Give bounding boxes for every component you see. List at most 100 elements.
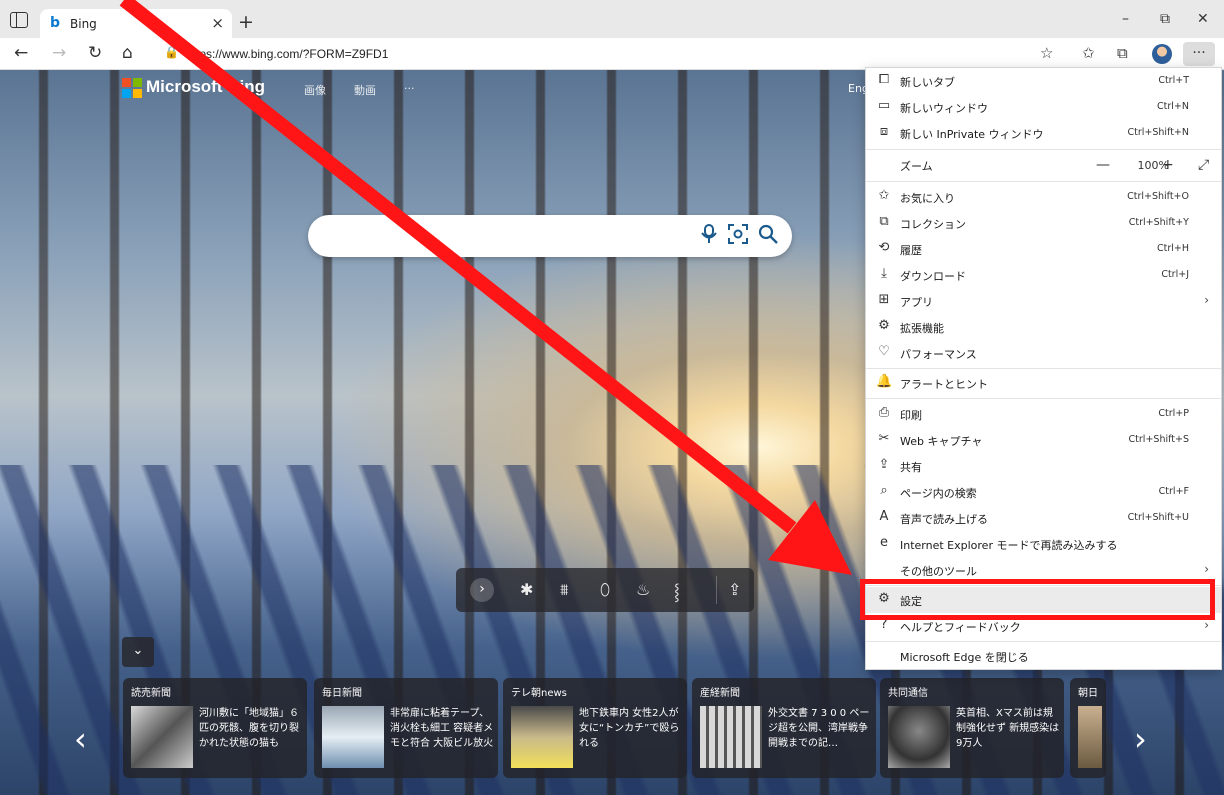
- visual-search-icon[interactable]: [728, 224, 748, 249]
- snowflake-icon[interactable]: ✱: [520, 580, 533, 599]
- menu-item-history[interactable]: ⟲ 履歴 Ctrl+H: [866, 236, 1221, 262]
- menu-item-print[interactable]: ⎙ 印刷 Ctrl+P: [866, 401, 1221, 427]
- new-window-icon: ▭: [877, 98, 891, 113]
- menu-item-alerts-and-tips[interactable]: 🔔 アラートとヒント: [866, 370, 1221, 396]
- collections-icon[interactable]: ⧉: [1117, 44, 1128, 62]
- news-headline: 河川敷に「地域猫」６匹の死骸、腹を切り裂かれた状態の猫も: [199, 708, 299, 749]
- menu-item-label: 履歴: [900, 244, 922, 257]
- news-headline: 地下鉄車内 女性2人が女に“トンカチ”で殴られる: [579, 708, 680, 749]
- menu-item-label: 拡張機能: [900, 322, 944, 335]
- menu-item-label: 音声で読み上げる: [900, 513, 988, 526]
- collapse-news-button[interactable]: ⌄: [122, 637, 154, 667]
- share-icon[interactable]: ⇪: [728, 580, 741, 599]
- news-card[interactable]: 読売新聞 河川敷に「地域猫」６匹の死骸、腹を切り裂かれた状態の猫も: [123, 678, 307, 778]
- profile-avatar[interactable]: [1152, 44, 1172, 64]
- news-prev-arrow-icon[interactable]: ‹: [74, 720, 87, 758]
- add-favorite-icon[interactable]: ☆: [1040, 44, 1053, 62]
- news-source: 読売新聞: [131, 688, 171, 699]
- tab-actions-icon[interactable]: [10, 12, 28, 28]
- menu-item-performance[interactable]: ♡ パフォーマンス: [866, 340, 1221, 366]
- zoom-in-button[interactable]: +: [1162, 157, 1174, 173]
- refresh-button[interactable]: ↻: [88, 43, 102, 63]
- new-tab-icon: ⧠: [878, 72, 890, 87]
- close-window-button[interactable]: ✕: [1197, 11, 1209, 27]
- fullscreen-icon[interactable]: ⤢: [1198, 157, 1209, 173]
- chevron-right-icon: ›: [1204, 293, 1209, 307]
- image-info-strip: › ✱ ⩩ ⬯ ♨ ⸾ ⇪: [456, 568, 754, 612]
- menu-separator: [866, 149, 1221, 150]
- settings-highlight-box: [860, 579, 1215, 620]
- news-next-arrow-icon[interactable]: ›: [1134, 720, 1147, 758]
- menu-item-apps[interactable]: ⊞ アプリ ›: [866, 288, 1221, 314]
- nav-more[interactable]: ···: [404, 82, 415, 95]
- menu-item-favorites[interactable]: ✩ お気に入り Ctrl+Shift+O: [866, 184, 1221, 210]
- news-card[interactable]: テレ朝news 地下鉄車内 女性2人が女に“トンカチ”で殴られる: [503, 678, 687, 778]
- back-button[interactable]: ←: [14, 43, 28, 63]
- new-tab-button[interactable]: +: [238, 11, 254, 33]
- ie-mode-icon: e: [880, 535, 888, 550]
- nav-videos[interactable]: 動画: [354, 82, 376, 98]
- menu-item-label: お気に入り: [900, 192, 955, 205]
- tab-title: Bing: [70, 17, 97, 31]
- menu-item-web-capture[interactable]: ✂ Web キャプチャ Ctrl+Shift+S: [866, 427, 1221, 453]
- news-card[interactable]: 毎日新聞 非常扉に粘着テープ、消火栓も細工 容疑者メモと符合 大阪ビル放火: [314, 678, 498, 778]
- menu-item-label: アラートとヒント: [900, 378, 988, 391]
- menu-item-downloads[interactable]: ⤓ ダウンロード Ctrl+J: [866, 262, 1221, 288]
- next-image-button[interactable]: ›: [470, 578, 494, 602]
- menu-item-find-on-page[interactable]: ⌕ ページ内の検索 Ctrl+F: [866, 479, 1221, 505]
- forward-button[interactable]: →: [52, 43, 66, 63]
- menu-item-read-aloud[interactable]: A 音声で読み上げる Ctrl+Shift+U: [866, 505, 1221, 531]
- menu-item-label: 共有: [900, 461, 922, 474]
- minimize-button[interactable]: –: [1122, 11, 1129, 27]
- home-button[interactable]: ⌂: [122, 43, 133, 63]
- address-bar: ← → ↻ ⌂ 🔒 https://www.bing.com/?FORM=Z9F…: [0, 38, 1224, 70]
- microphone-icon[interactable]: [700, 224, 718, 249]
- bing-brand[interactable]: Microsoft Bing: [146, 77, 265, 97]
- pattern-icon[interactable]: ⸾: [674, 580, 680, 602]
- news-card[interactable]: 朝日: [1070, 678, 1106, 778]
- restore-button[interactable]: ⧉: [1160, 11, 1170, 27]
- news-headline: 英首相、Xマス前は規制強化せず 新規感染は9万人: [956, 708, 1060, 749]
- menu-separator: [866, 181, 1221, 182]
- menu-item-share[interactable]: ⇪ 共有: [866, 453, 1221, 479]
- performance-icon: ♡: [878, 344, 890, 359]
- microsoft-logo-icon[interactable]: [122, 78, 142, 98]
- news-headline: 外交文書 7 3 0 0 ページ超を公開、湾岸戦争開戦までの記…: [768, 708, 870, 749]
- find-icon: ⌕: [880, 483, 888, 498]
- news-card[interactable]: 産経新聞 外交文書 7 3 0 0 ページ超を公開、湾岸戦争開戦までの記…: [692, 678, 876, 778]
- menu-item-shortcut: Ctrl+Shift+N: [1127, 127, 1189, 138]
- menu-item-ie-mode[interactable]: e Internet Explorer モードで再読み込みする: [866, 531, 1221, 557]
- pin-icon[interactable]: ⬯: [600, 580, 610, 600]
- menu-item-label: Web キャプチャ: [900, 435, 983, 448]
- menu-item-label: Microsoft Edge を閉じる: [900, 651, 1029, 664]
- landmark-icon[interactable]: ⩩: [560, 580, 569, 600]
- menu-item-new-tab[interactable]: ⧠ 新しいタブ Ctrl+T: [866, 68, 1221, 94]
- flask-icon[interactable]: ♨: [636, 580, 650, 599]
- url-field[interactable]: 🔒 https://www.bing.com/?FORM=Z9FD1: [154, 41, 1064, 67]
- settings-and-more-button[interactable]: ···: [1183, 42, 1215, 66]
- nav-images[interactable]: 画像: [304, 82, 326, 98]
- collections-icon: ⧉: [879, 214, 889, 229]
- menu-item-shortcut: Ctrl+H: [1156, 243, 1189, 254]
- favorites-icon[interactable]: ✩: [1082, 44, 1095, 62]
- search-icon[interactable]: [758, 224, 778, 249]
- menu-item-shortcut: Ctrl+Shift+S: [1128, 434, 1189, 445]
- news-card[interactable]: 共同通信 英首相、Xマス前は規制強化せず 新規感染は9万人: [880, 678, 1064, 778]
- zoom-out-button[interactable]: —: [1096, 157, 1110, 173]
- tab-bing[interactable]: b Bing ×: [40, 9, 232, 39]
- menu-item-shortcut: Ctrl+T: [1158, 75, 1189, 86]
- news-thumbnail: [888, 706, 950, 768]
- menu-item-new-inprivate-window[interactable]: ⧈ 新しい InPrivate ウィンドウ Ctrl+Shift+N: [866, 120, 1221, 146]
- menu-item-new-window[interactable]: ▭ 新しいウィンドウ Ctrl+N: [866, 94, 1221, 120]
- menu-separator: [866, 398, 1221, 399]
- tab-close-icon[interactable]: ×: [211, 14, 224, 32]
- lock-icon[interactable]: 🔒: [164, 45, 179, 59]
- search-input[interactable]: [308, 215, 792, 257]
- menu-item-extensions[interactable]: ⚙ 拡張機能: [866, 314, 1221, 340]
- url-text[interactable]: https://www.bing.com/?FORM=Z9FD1: [186, 47, 388, 61]
- news-thumbnail: [322, 706, 384, 768]
- menu-separator: [866, 368, 1221, 369]
- menu-item-shortcut: Ctrl+Shift+U: [1127, 512, 1189, 523]
- menu-item-collections[interactable]: ⧉ コレクション Ctrl+Shift+Y: [866, 210, 1221, 236]
- menu-item-close-edge[interactable]: Microsoft Edge を閉じる: [866, 643, 1221, 669]
